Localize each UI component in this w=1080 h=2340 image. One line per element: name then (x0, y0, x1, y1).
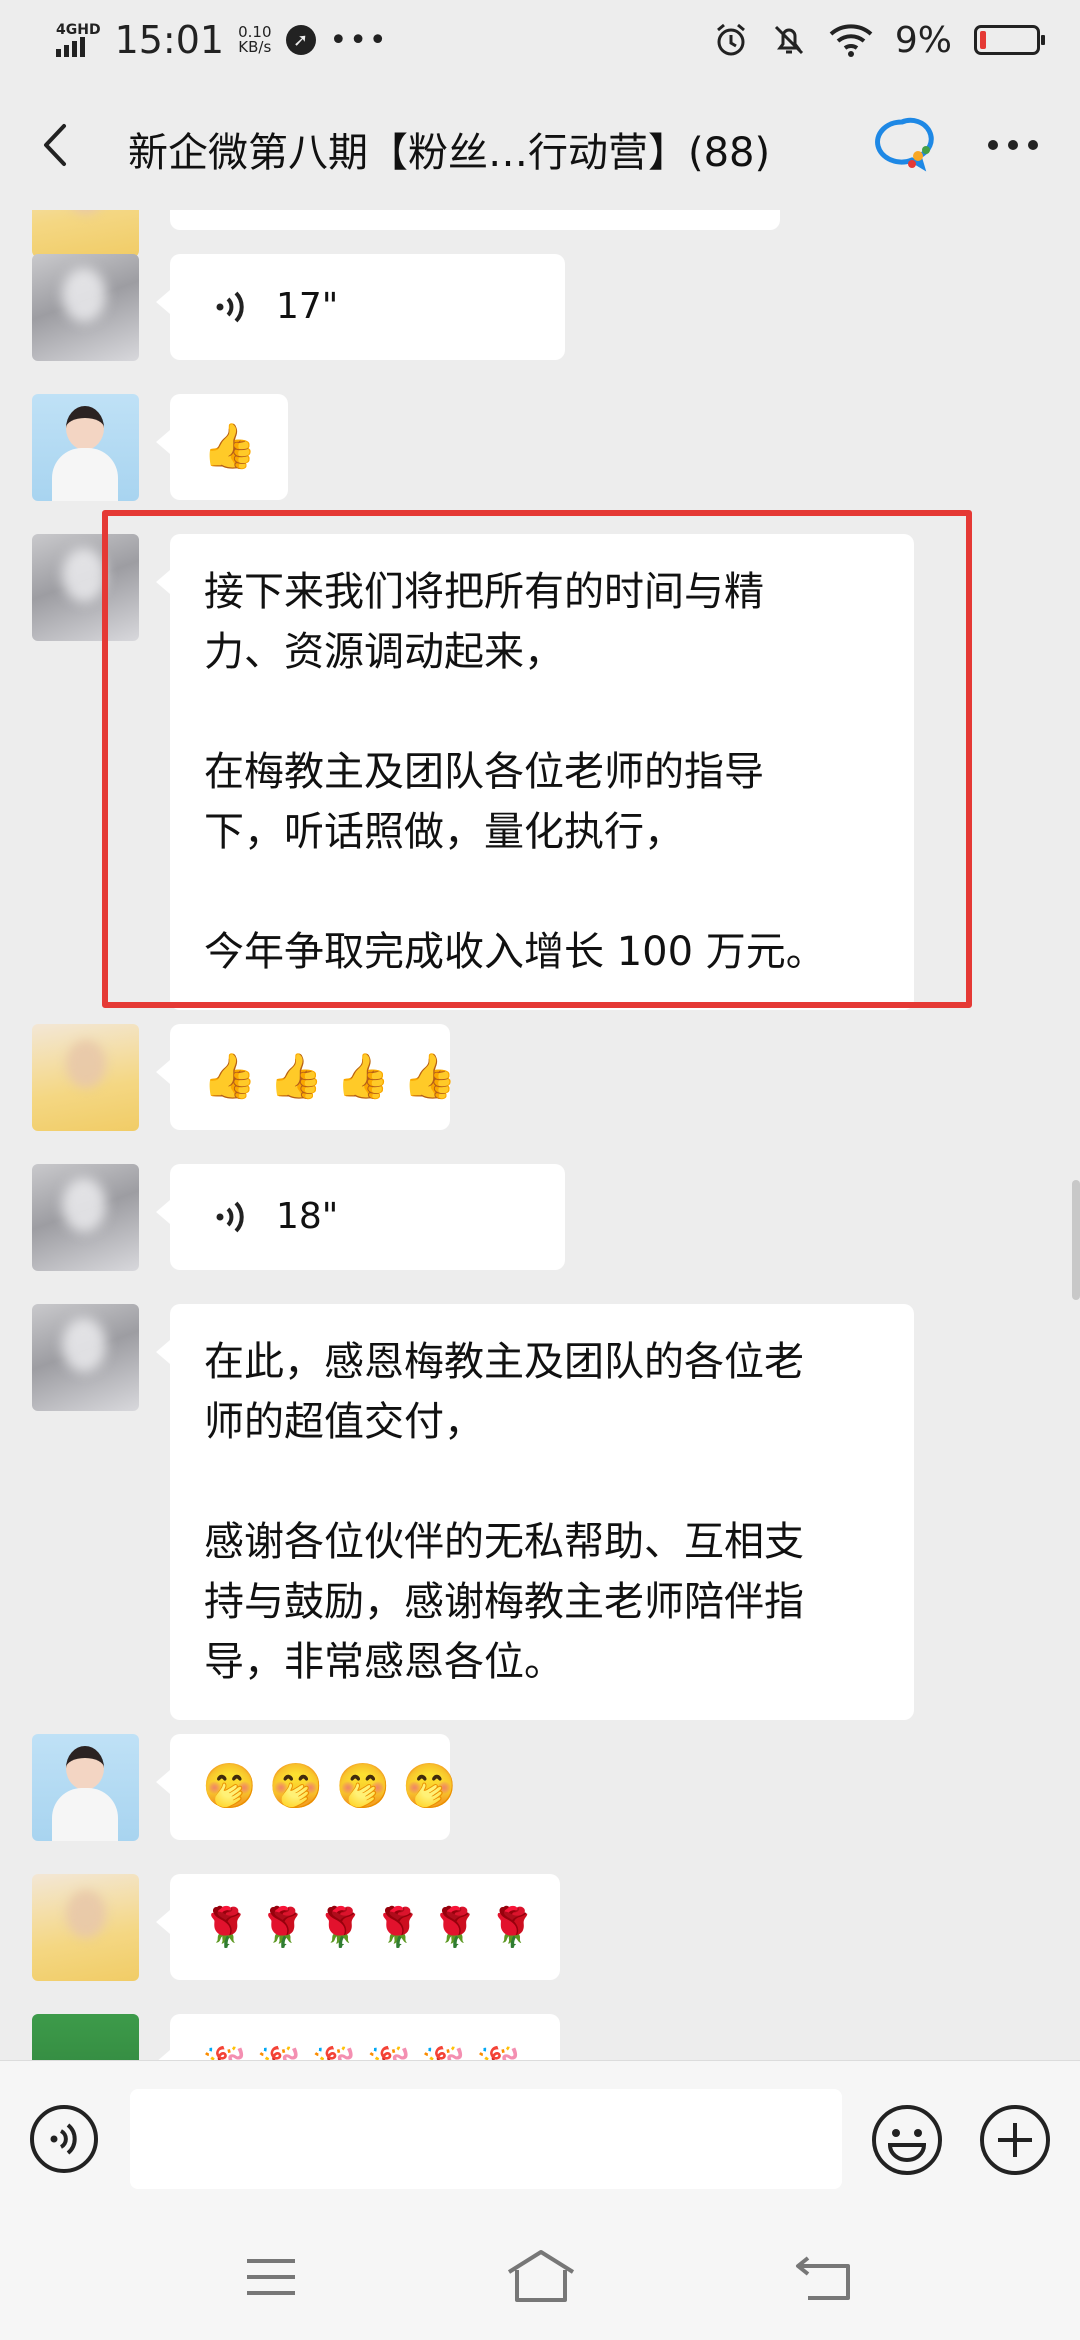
system-nav-bar (0, 2220, 1080, 2340)
party-emoji: 🎉 (476, 2037, 521, 2060)
battery-icon (974, 25, 1045, 55)
avatar[interactable] (32, 1734, 139, 1841)
avatar[interactable] (32, 1164, 139, 1271)
rose-emoji: 🌹 (316, 1905, 364, 1949)
message-list[interactable]: 17" 👍 接下来我们将把所有的时间与精 力、资源调动起来， 在梅教主及团队各位… (0, 210, 1080, 2060)
emoji-message[interactable]: 👍 (156, 394, 288, 500)
party-emoji: 🎉 (421, 2037, 466, 2060)
voice-duration: 17" (276, 286, 339, 327)
rose-emoji: 🌹 (373, 1905, 422, 1949)
emoji-icon[interactable] (870, 2103, 944, 2177)
clock: 15:01 (114, 18, 225, 62)
thumbs-up-emoji: 👍 (335, 1051, 391, 1102)
message-line: 导，非常感恩各位。 (204, 1639, 564, 1685)
chat-header: 新企微第八期【粉丝…行动营】(88) (0, 80, 1080, 210)
avatar[interactable] (32, 394, 139, 501)
more-notifications-icon: ••• (329, 22, 389, 58)
hand-over-mouth-emoji: 🤭 (268, 1761, 324, 1812)
status-bar: 4GHD 15:01 0.10 KB/s ➚ ••• 9% (0, 0, 1080, 80)
scrollbar[interactable] (1072, 1180, 1080, 1300)
message-line (204, 1452, 880, 1512)
mute-bell-icon (774, 25, 803, 55)
message-bubble[interactable] (170, 210, 780, 230)
rose-emoji: 🌹 (259, 1905, 307, 1949)
menu-icon[interactable] (245, 2255, 297, 2299)
rose-emoji: 🌹 (431, 1905, 479, 1949)
rose-emoji: 🌹 (488, 1905, 536, 1949)
voice-input-icon[interactable] (28, 2103, 100, 2175)
message-input[interactable] (130, 2089, 842, 2189)
network-type: 4GHD (56, 22, 101, 38)
add-attachment-icon[interactable] (978, 2103, 1052, 2177)
back-nav-icon[interactable] (794, 2252, 854, 2302)
message-line: 师的超值交付， (204, 1399, 484, 1445)
app-notification-icon: ➚ (285, 25, 316, 55)
avatar[interactable] (32, 1874, 139, 1981)
emoji-message[interactable]: 🤭 🤭 🤭 🤭 (156, 1734, 457, 1840)
voice-message[interactable]: 17" (156, 254, 565, 360)
thumbs-up-emoji: 👍 (268, 1051, 324, 1102)
wifi-icon (829, 24, 873, 57)
battery-percent: 9% (894, 19, 952, 61)
more-options-icon[interactable] (988, 140, 1038, 150)
signal-bars-icon (56, 37, 85, 57)
party-emoji: 🎉 (312, 2037, 357, 2060)
avatar[interactable] (32, 2014, 139, 2060)
party-emoji: 🎉 (257, 2037, 302, 2060)
avatar[interactable] (32, 254, 139, 361)
message-line: 在此，感恩梅教主及团队的各位老 (204, 1339, 804, 1385)
thumbs-up-emoji: 👍 (402, 1051, 458, 1102)
input-bar (0, 2060, 1080, 2221)
back-arrow-icon[interactable] (34, 120, 78, 170)
hand-over-mouth-emoji: 🤭 (335, 1761, 391, 1812)
emoji-message[interactable]: 🌹 🌹 🌹 🌹 🌹 🌹 (156, 1874, 560, 1980)
party-emoji: 🎉 (366, 2037, 411, 2060)
avatar[interactable] (32, 1024, 139, 1131)
message-line: 感谢各位伙伴的无私帮助、互相支 (204, 1519, 804, 1565)
alarm-icon (716, 23, 745, 56)
avatar[interactable] (32, 1304, 139, 1411)
home-icon[interactable] (505, 2248, 577, 2304)
wecom-logo-icon (875, 117, 934, 172)
highlight-box (102, 510, 972, 1008)
voice-message[interactable]: 18" (156, 1164, 565, 1270)
speed-unit: KB/s (238, 38, 272, 56)
chat-title: 新企微第八期【粉丝…行动营】(88) (128, 130, 771, 176)
emoji-message[interactable]: 🎉 🎉 🎉 🎉 🎉 🎉 (156, 2014, 560, 2060)
voice-duration: 18" (276, 1196, 339, 1237)
emoji-message[interactable]: 👍 👍 👍 👍 (156, 1024, 457, 1130)
party-emoji: 🎉 (202, 2037, 247, 2060)
signal-indicator: 4GHD (56, 23, 101, 57)
hand-over-mouth-emoji: 🤭 (202, 1761, 257, 1812)
battery-level-fill (980, 31, 986, 49)
thumbs-up-emoji: 👍 (202, 1051, 257, 1102)
rose-emoji: 🌹 (202, 1905, 250, 1949)
voice-wave-icon (216, 291, 244, 323)
thumbs-up-emoji: 👍 (202, 421, 257, 472)
message-line: 持与鼓励，感谢梅教主老师陪伴指 (204, 1579, 804, 1625)
hand-over-mouth-emoji: 🤭 (402, 1761, 458, 1812)
text-message[interactable]: 在此，感恩梅教主及团队的各位老 师的超值交付， 感谢各位伙伴的无私帮助、互相支 … (156, 1304, 914, 1720)
avatar[interactable] (32, 210, 139, 257)
network-speed: 0.10 KB/s (238, 25, 271, 55)
voice-wave-icon (216, 1201, 244, 1233)
